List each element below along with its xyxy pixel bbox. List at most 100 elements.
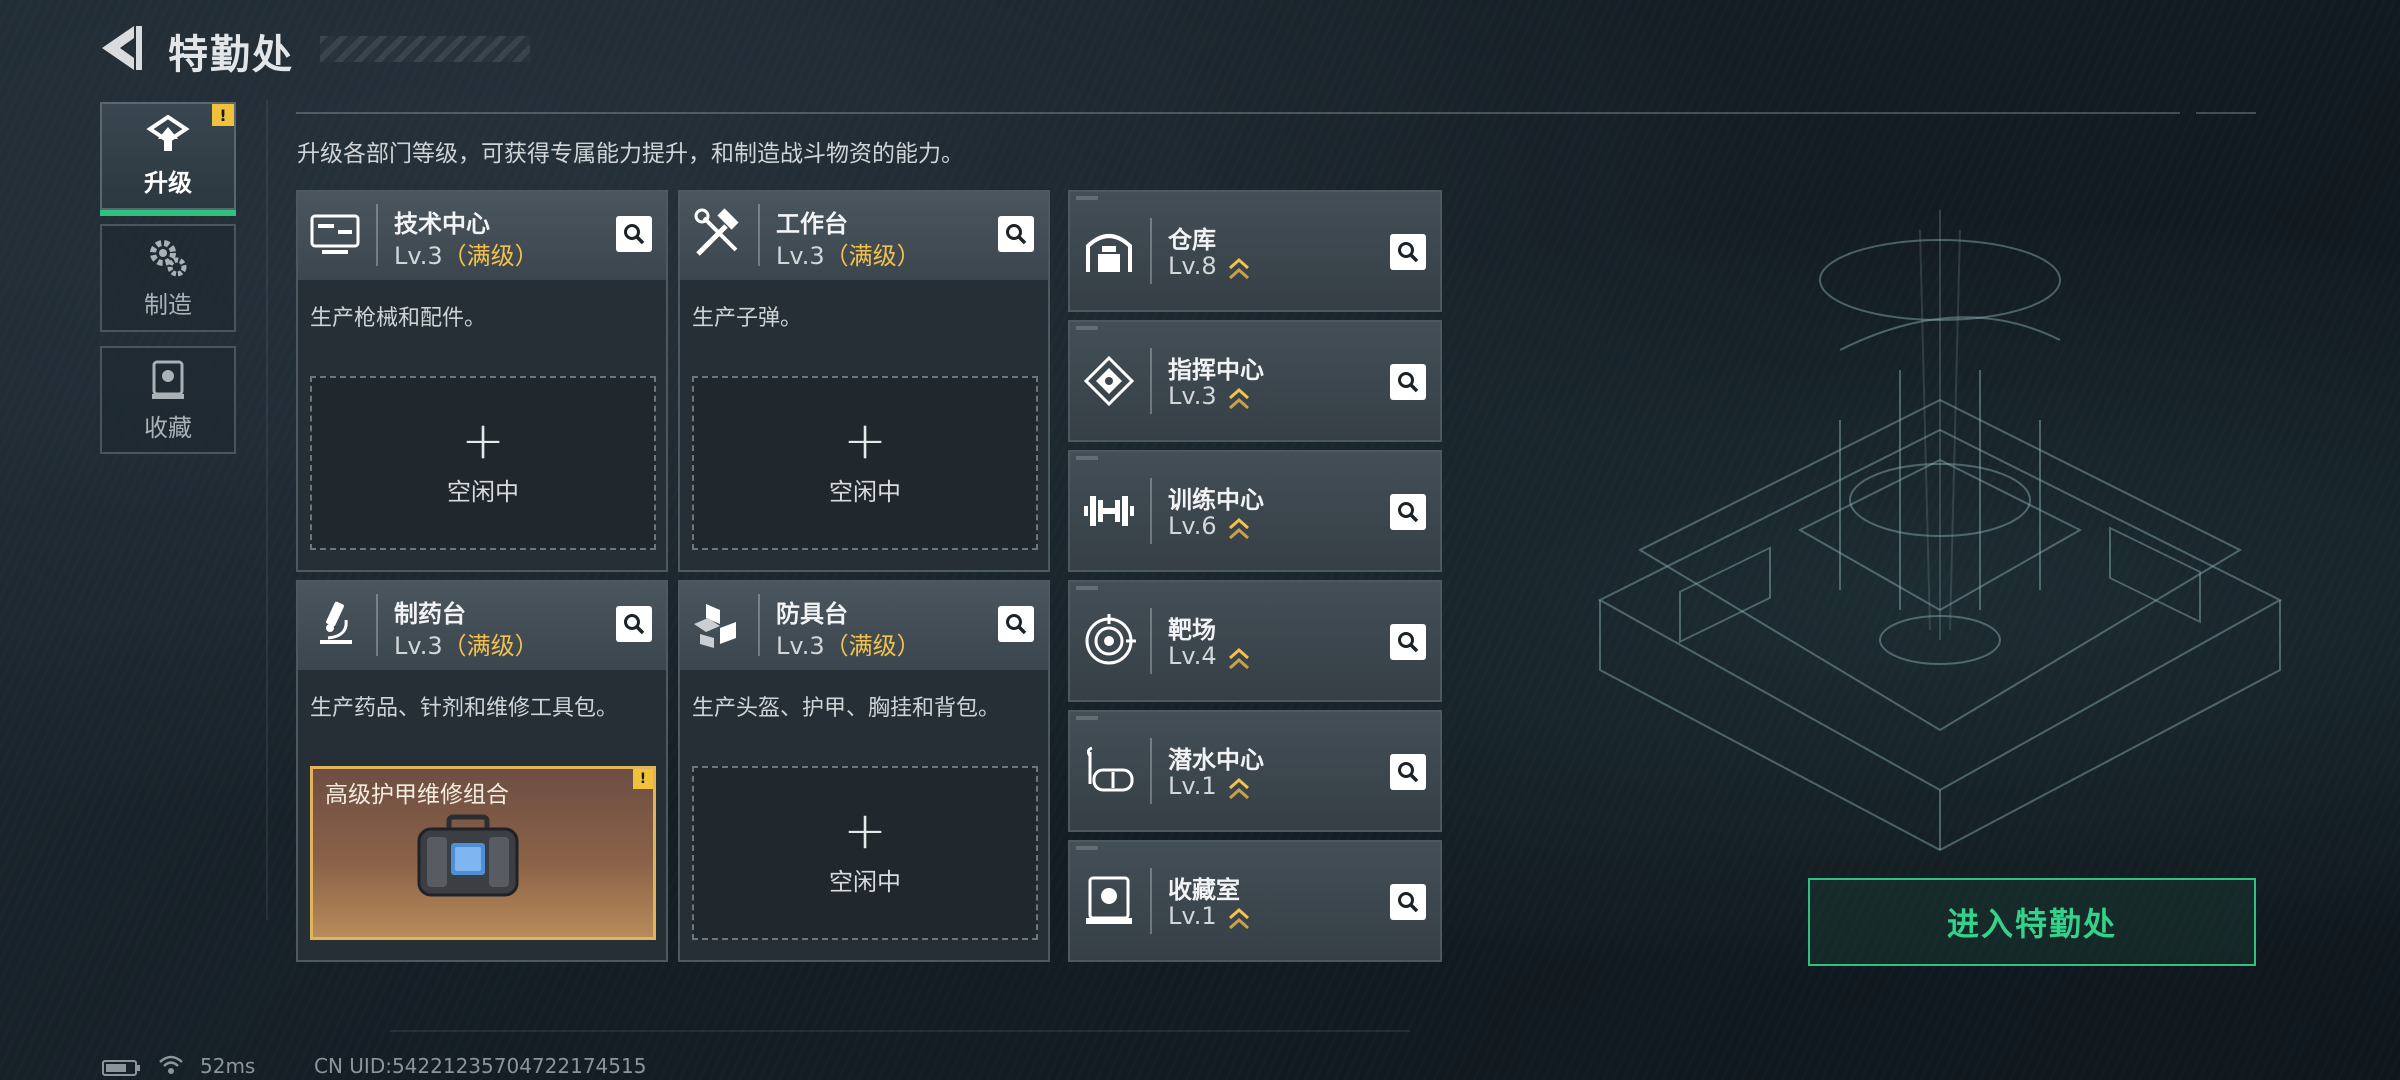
facility-description: 生产药品、针剂和维修工具包。 xyxy=(310,696,619,721)
facility-level: Lv.1 xyxy=(1168,902,1217,930)
search-button[interactable] xyxy=(1390,234,1426,270)
production-slot[interactable]: + 空闲中 xyxy=(692,766,1038,940)
search-button[interactable] xyxy=(1390,624,1426,660)
upgrade-icon xyxy=(146,114,190,151)
facility-card-armor-bench[interactable]: 防具台 Lv.3（满级） 生产头盔、护甲、胸挂和背包。 + 空闲中 xyxy=(678,580,1050,962)
microscope-icon xyxy=(320,601,352,644)
alert-badge: ! xyxy=(212,104,234,126)
search-icon xyxy=(1398,502,1419,523)
search-button[interactable] xyxy=(1390,754,1426,790)
chevron-left-icon xyxy=(102,26,142,70)
divider-line xyxy=(296,112,2180,114)
page-title: 特勤处 xyxy=(168,32,294,78)
facility-name: 工作台 xyxy=(776,210,848,238)
upgrade-arrow-icon xyxy=(1229,517,1249,540)
search-icon xyxy=(624,224,645,245)
search-button[interactable] xyxy=(1390,494,1426,530)
production-slot[interactable]: + 空闲中 xyxy=(310,376,656,550)
facility-card-command-center[interactable]: 指挥中心 Lv.3 xyxy=(1068,320,1442,442)
enter-button-label: 进入特勤处 xyxy=(1946,905,2117,943)
search-button[interactable] xyxy=(998,606,1034,642)
facility-card-shooting-range[interactable]: 靶场 Lv.4 xyxy=(1068,580,1442,702)
search-button[interactable] xyxy=(998,216,1034,252)
facility-name: 收藏室 xyxy=(1168,876,1240,904)
facility-card-tech-center[interactable]: 技术中心 Lv.3（满级） 生产枪械和配件。 + 空闲中 xyxy=(296,190,668,572)
search-button[interactable] xyxy=(1390,884,1426,920)
plus-icon: + xyxy=(843,410,887,471)
diving-mask-icon xyxy=(1086,746,1134,792)
facility-level: Lv.1 xyxy=(1168,772,1217,800)
item-name: 高级护甲维修组合 xyxy=(325,782,509,808)
slot-status: 空闲中 xyxy=(829,867,901,896)
computer-icon xyxy=(310,214,360,254)
sidebar-item-collection[interactable]: 收藏 xyxy=(100,346,236,454)
enter-special-ops-button[interactable]: 进入特勤处 xyxy=(1808,878,2256,966)
command-icon xyxy=(1083,355,1135,407)
upgrade-arrow-icon xyxy=(1229,777,1249,800)
bottom-divider xyxy=(390,1030,1410,1032)
back-button[interactable] xyxy=(96,22,146,74)
facility-card-collection-room[interactable]: 收藏室 Lv.1 xyxy=(1068,840,1442,962)
search-button[interactable] xyxy=(1390,364,1426,400)
divider-line xyxy=(2196,112,2256,114)
facility-name: 制药台 xyxy=(394,600,466,628)
sidebar-item-upgrade[interactable]: ! 升级 xyxy=(100,102,236,216)
facility-name: 技术中心 xyxy=(394,210,490,238)
upgrade-arrow-icon xyxy=(1229,257,1249,280)
production-slot-item[interactable]: ! 高级护甲维修组合 xyxy=(310,766,656,940)
upgrade-arrow-icon xyxy=(1229,387,1249,410)
search-icon xyxy=(1398,242,1419,263)
upgrade-arrow-icon xyxy=(1229,647,1249,670)
collection-icon xyxy=(152,360,184,399)
facility-name: 靶场 xyxy=(1168,616,1216,644)
collection-room-icon xyxy=(1086,876,1132,924)
facility-level: Lv.8 xyxy=(1168,252,1217,280)
base-hologram-illustration xyxy=(1597,210,2283,852)
search-icon xyxy=(1398,632,1419,653)
target-icon xyxy=(1085,614,1136,665)
slot-status: 空闲中 xyxy=(447,477,519,506)
sidebar-item-craft[interactable]: 制造 xyxy=(100,224,236,332)
tools-icon xyxy=(694,208,739,256)
search-button[interactable] xyxy=(616,606,652,642)
facility-card-pharmacy[interactable]: 制药台 Lv.3（满级） 生产药品、针剂和维修工具包。 ! 高级护甲维修组合 xyxy=(296,580,668,962)
search-icon xyxy=(1398,762,1419,783)
upgrade-arrow-icon xyxy=(1229,907,1249,930)
user-uid: CN UID:5422123570472217451​5 xyxy=(314,1054,647,1078)
facility-level: Lv.6 xyxy=(1168,512,1217,540)
facility-name: 指挥中心 xyxy=(1168,356,1264,384)
facility-name: 仓库 xyxy=(1168,226,1216,254)
facility-level: Lv.3（满级） xyxy=(776,632,921,660)
gears-icon xyxy=(150,239,187,276)
production-slot[interactable]: + 空闲中 xyxy=(692,376,1038,550)
facility-card-workbench[interactable]: 工作台 Lv.3（满级） 生产子弹。 + 空闲中 xyxy=(678,190,1050,572)
search-icon xyxy=(1398,372,1419,393)
dumbbell-icon xyxy=(1084,496,1134,526)
wifi-icon xyxy=(159,1055,183,1074)
slot-status: 空闲中 xyxy=(829,477,901,506)
facility-name: 训练中心 xyxy=(1168,486,1264,514)
facility-level: Lv.3（满级） xyxy=(776,242,921,270)
facility-name: 潜水中心 xyxy=(1168,746,1264,774)
alert-badge: ! xyxy=(633,769,653,789)
sidebar-divider xyxy=(266,100,268,920)
armor-icon xyxy=(694,604,736,648)
facility-level: Lv.4 xyxy=(1168,642,1217,670)
plus-icon: + xyxy=(461,410,505,471)
plus-icon: + xyxy=(843,800,887,861)
facility-level: Lv.3（满级） xyxy=(394,242,539,270)
search-icon xyxy=(1398,892,1419,913)
facility-card-diving-center[interactable]: 潜水中心 Lv.1 xyxy=(1068,710,1442,832)
search-button[interactable] xyxy=(616,216,652,252)
title-decoration xyxy=(320,36,530,62)
sidebar-item-label: 制造 xyxy=(144,290,192,319)
search-icon xyxy=(1006,224,1027,245)
repair-kit-bag-icon xyxy=(417,814,519,897)
section-description: 升级各部门等级，可获得专属能力提升，和制造战斗物资的能力。 xyxy=(297,141,964,167)
facility-name: 防具台 xyxy=(776,600,848,628)
facility-level: Lv.3（满级） xyxy=(394,632,539,660)
sidebar-item-label: 升级 xyxy=(144,168,192,197)
facility-card-training-center[interactable]: 训练中心 Lv.6 xyxy=(1068,450,1442,572)
warehouse-icon xyxy=(1086,234,1132,272)
facility-card-warehouse[interactable]: 仓库 Lv.8 xyxy=(1068,190,1442,312)
